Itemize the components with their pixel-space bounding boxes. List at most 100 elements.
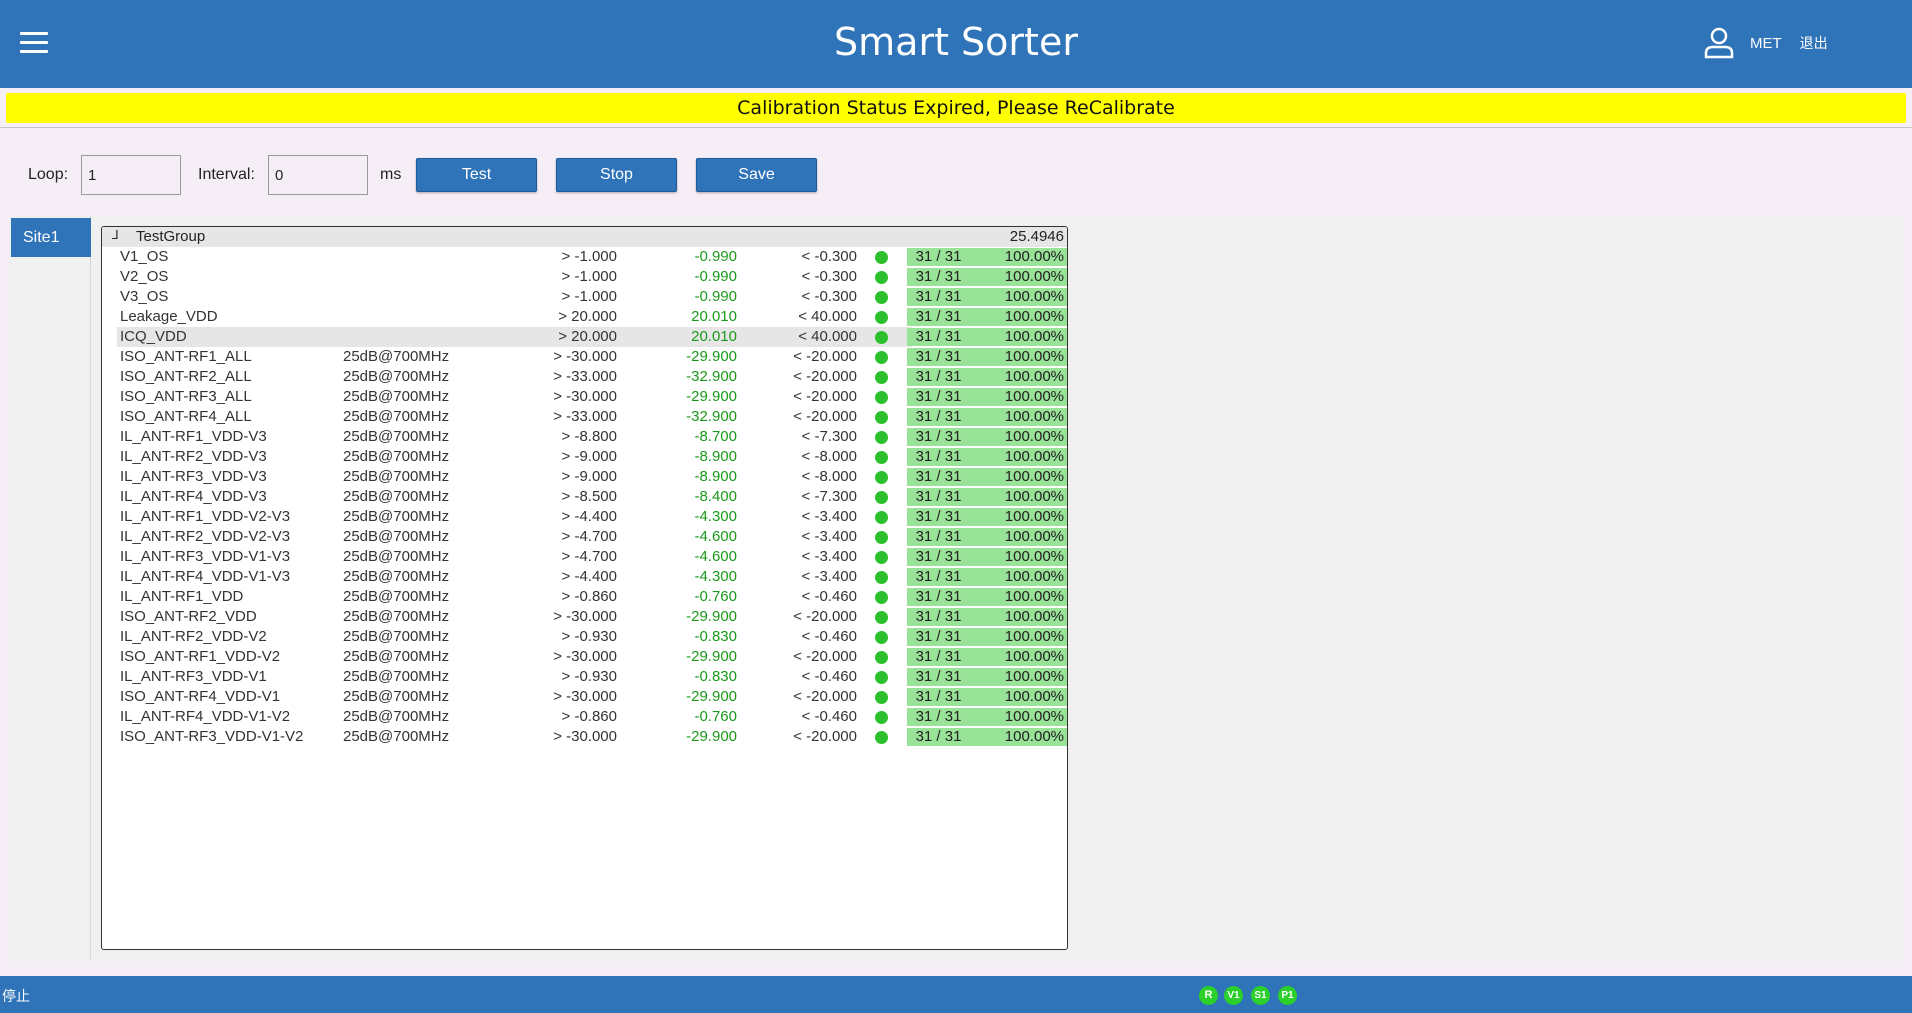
pass-rate: 100.00% xyxy=(1004,728,1064,745)
table-row[interactable]: IL_ANT-RF2_VDD-V3 25dB@700MHz > -9.000 -8.9… xyxy=(102,447,1067,467)
test-name: IL_ANT-RF1_VDD-V3 xyxy=(120,428,267,445)
calibration-banner: Calibration Status Expired, Please ReCal… xyxy=(6,93,1906,123)
test-condition: 25dB@700MHz xyxy=(343,388,450,405)
user-icon[interactable] xyxy=(1702,26,1736,60)
low-limit: > 20.000 xyxy=(558,308,617,325)
table-row[interactable]: V2_OS > -1.000 -0.990 < -0.300 31 / 31 100.00… xyxy=(102,267,1067,287)
app-header: Smart Sorter MET 退出 xyxy=(0,0,1912,88)
low-limit: > -33.000 xyxy=(553,368,617,385)
table-row[interactable]: IL_ANT-RF4_VDD-V3 25dB@700MHz > -8.500 -8.4… xyxy=(102,487,1067,507)
pass-rate: 100.00% xyxy=(1004,268,1064,285)
pass-rate: 100.00% xyxy=(1004,428,1064,445)
table-row[interactable]: IL_ANT-RF4_VDD-V1-V3 25dB@700MHz > -4.400 -… xyxy=(102,567,1067,587)
table-row[interactable]: V3_OS > -1.000 -0.990 < -0.300 31 / 31 100.00… xyxy=(102,287,1067,307)
test-name: ISO_ANT-RF3_ALL xyxy=(120,388,252,405)
site-tab-site1[interactable]: Site1 xyxy=(11,218,91,257)
pass-count: 31 / 31 xyxy=(915,248,962,265)
test-condition: 25dB@700MHz xyxy=(343,448,450,465)
table-row[interactable]: IL_ANT-RF1_VDD-V3 25dB@700MHz > -8.800 -8.7… xyxy=(102,427,1067,447)
indicator-r: R xyxy=(1199,986,1218,1005)
measured-value: -0.990 xyxy=(694,248,737,265)
table-row[interactable]: ISO_ANT-RF1_VDD-V2 25dB@700MHz > -30.000 -2… xyxy=(102,647,1067,667)
measured-value: -29.900 xyxy=(686,348,737,365)
table-row[interactable]: ISO_ANT-RF4_ALL 25dB@700MHz > -33.000 -32.9… xyxy=(102,407,1067,427)
pass-count: 31 / 31 xyxy=(915,268,962,285)
test-condition: 25dB@700MHz xyxy=(343,668,450,685)
table-row[interactable]: Leakage_VDD > 20.000 20.010 < 40.000 31 / 31… xyxy=(102,307,1067,327)
status-bar: 停止 R V1 S1 P1 xyxy=(0,976,1912,1013)
stop-button[interactable]: Stop xyxy=(556,158,677,192)
table-row[interactable]: IL_ANT-RF2_VDD-V2-V3 25dB@700MHz > -4.700 -… xyxy=(102,527,1067,547)
test-condition: 25dB@700MHz xyxy=(343,408,450,425)
test-name: ICQ_VDD xyxy=(120,328,187,345)
test-name: IL_ANT-RF2_VDD-V2-V3 xyxy=(120,528,291,545)
table-row[interactable]: ISO_ANT-RF3_ALL 25dB@700MHz > -30.000 -29.9… xyxy=(102,387,1067,407)
test-name: IL_ANT-RF2_VDD-V2 xyxy=(120,628,267,645)
low-limit: > -0.860 xyxy=(561,588,617,605)
measured-value: -29.900 xyxy=(686,608,737,625)
logout-link[interactable]: 退出 xyxy=(1800,33,1828,53)
table-row[interactable]: IL_ANT-RF2_VDD-V2 25dB@700MHz > -0.930 -0.8… xyxy=(102,627,1067,647)
test-condition: 25dB@700MHz xyxy=(343,428,450,445)
test-name: V1_OS xyxy=(120,248,169,265)
pass-rate: 100.00% xyxy=(1004,528,1064,545)
high-limit: < -0.460 xyxy=(801,588,857,605)
measured-value: -8.900 xyxy=(694,468,737,485)
test-name: V2_OS xyxy=(120,268,169,285)
test-condition: 25dB@700MHz xyxy=(343,508,450,525)
user-name: MET xyxy=(1750,34,1782,52)
table-row[interactable]: V1_OS > -1.000 -0.990 < -0.300 31 / 31 100.00… xyxy=(102,247,1067,267)
table-row[interactable]: IL_ANT-RF1_VDD 25dB@700MHz > -0.860 -0.760 <… xyxy=(102,587,1067,607)
collapse-toggle-icon[interactable]: ⅃ xyxy=(112,228,119,242)
interval-input[interactable] xyxy=(268,155,368,195)
test-name: ISO_ANT-RF1_ALL xyxy=(120,348,252,365)
loop-label: Loop: xyxy=(28,166,69,183)
low-limit: > -33.000 xyxy=(553,408,617,425)
test-name: ISO_ANT-RF3_VDD-V1-V2 xyxy=(120,728,304,745)
test-group-row[interactable]: ⅃ TestGroup 25.4946 xyxy=(102,227,1067,247)
measured-value: -32.900 xyxy=(686,408,737,425)
table-row[interactable]: IL_ANT-RF1_VDD-V2-V3 25dB@700MHz > -4.400 -… xyxy=(102,507,1067,527)
high-limit: < -20.000 xyxy=(793,648,857,665)
save-button[interactable]: Save xyxy=(696,158,817,192)
pass-count: 31 / 31 xyxy=(915,728,962,745)
pass-count: 31 / 31 xyxy=(915,288,962,305)
test-condition: 25dB@700MHz xyxy=(343,628,450,645)
table-row[interactable]: ISO_ANT-RF1_ALL 25dB@700MHz > -30.000 -29.9… xyxy=(102,347,1067,367)
table-row[interactable]: ISO_ANT-RF3_VDD-V1-V2 25dB@700MHz > -30.00… xyxy=(102,727,1067,747)
pass-rate: 100.00% xyxy=(1004,388,1064,405)
table-row[interactable]: ISO_ANT-RF2_VDD 25dB@700MHz > -30.000 -29.9… xyxy=(102,607,1067,627)
low-limit: > -1.000 xyxy=(561,268,617,285)
table-row[interactable]: ISO_ANT-RF4_VDD-V1 25dB@700MHz > -30.000 -2… xyxy=(102,687,1067,707)
table-row[interactable]: IL_ANT-RF3_VDD-V3 25dB@700MHz > -9.000 -8.9… xyxy=(102,467,1067,487)
test-name: ISO_ANT-RF2_ALL xyxy=(120,368,252,385)
test-condition: 25dB@700MHz xyxy=(343,528,450,545)
pass-indicator-icon xyxy=(875,471,888,484)
test-condition: 25dB@700MHz xyxy=(343,568,450,585)
measured-value: -0.830 xyxy=(694,668,737,685)
pass-rate: 100.00% xyxy=(1004,408,1064,425)
table-row[interactable]: IL_ANT-RF4_VDD-V1-V2 25dB@700MHz > -0.860 -… xyxy=(102,707,1067,727)
low-limit: > 20.000 xyxy=(558,328,617,345)
high-limit: < 40.000 xyxy=(798,328,857,345)
pass-indicator-icon xyxy=(875,311,888,324)
test-name: IL_ANT-RF3_VDD-V1 xyxy=(120,668,267,685)
table-row[interactable]: ISO_ANT-RF2_ALL 25dB@700MHz > -33.000 -32.9… xyxy=(102,367,1067,387)
measured-value: -8.900 xyxy=(694,448,737,465)
table-row[interactable]: ICQ_VDD > 20.000 20.010 < 40.000 31 / 31 100.… xyxy=(102,327,1067,347)
pass-count: 31 / 31 xyxy=(915,328,962,345)
test-button[interactable]: Test xyxy=(416,158,537,192)
low-limit: > -9.000 xyxy=(561,468,617,485)
pass-indicator-icon xyxy=(875,571,888,584)
low-limit: > -0.930 xyxy=(561,628,617,645)
pass-count: 31 / 31 xyxy=(915,428,962,445)
pass-count: 31 / 31 xyxy=(915,308,962,325)
low-limit: > -0.860 xyxy=(561,708,617,725)
loop-input[interactable] xyxy=(81,155,181,195)
low-limit: > -4.700 xyxy=(561,548,617,565)
table-row[interactable]: IL_ANT-RF3_VDD-V1-V3 25dB@700MHz > -4.700 -… xyxy=(102,547,1067,567)
low-limit: > -30.000 xyxy=(553,388,617,405)
table-row[interactable]: IL_ANT-RF3_VDD-V1 25dB@700MHz > -0.930 -0.8… xyxy=(102,667,1067,687)
pass-indicator-icon xyxy=(875,451,888,464)
results-tree[interactable]: ⅃ TestGroup 25.4946 V1_OS > -1.000 -0.990 <… xyxy=(101,226,1068,950)
